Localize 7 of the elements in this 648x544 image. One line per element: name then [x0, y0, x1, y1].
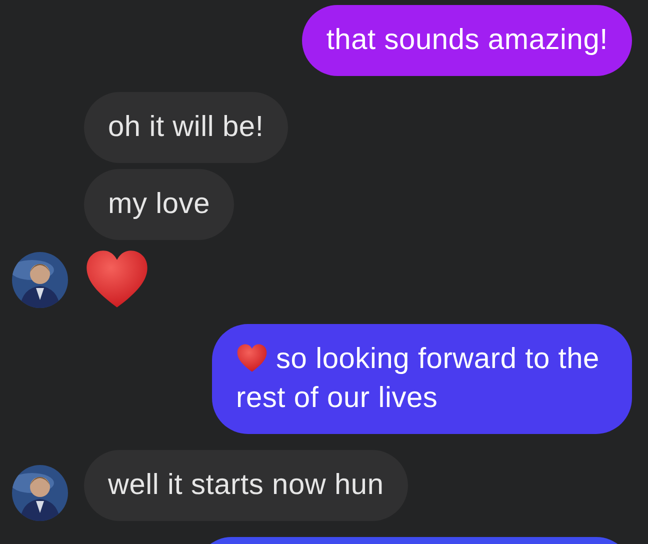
message-bubble: well it starts now hun	[84, 450, 408, 521]
heart-icon	[84, 248, 150, 310]
heart-icon	[236, 343, 268, 373]
message-bubble: so looking forward to the rest of our lives	[212, 324, 632, 434]
message-bubble: oh it will be!	[84, 92, 288, 163]
message-bubble: that sounds amazing!	[302, 5, 632, 76]
message-bubble: my love	[84, 169, 234, 240]
